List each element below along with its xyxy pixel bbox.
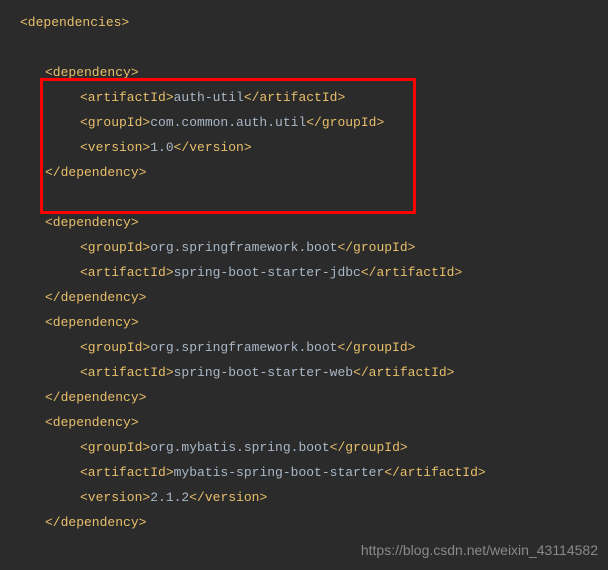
artifactid-value: spring-boot-starter-jdbc [174, 265, 361, 280]
tag-groupid-open: <groupId> [80, 440, 150, 455]
tag-dependency-close: </dependency> [45, 165, 146, 180]
groupid-value: org.springframework.boot [150, 240, 337, 255]
artifactid-value: spring-boot-starter-web [174, 365, 353, 380]
code-line: <dependency> [0, 210, 608, 235]
tag-artifactid-close: </artifactId> [384, 465, 485, 480]
tag-dependency-close: </dependency> [45, 515, 146, 530]
code-line: </dependency> [0, 385, 608, 410]
tag-groupid-close: </groupId> [337, 340, 415, 355]
tag-dependencies-open: <dependencies> [20, 15, 129, 30]
tag-groupid-close: </groupId> [337, 240, 415, 255]
tag-artifactid-close: </artifactId> [244, 90, 345, 105]
tag-dependency-close: </dependency> [45, 390, 146, 405]
tag-groupid-open: <groupId> [80, 340, 150, 355]
tag-artifactid-open: <artifactId> [80, 365, 174, 380]
tag-groupid-close: </groupId> [306, 115, 384, 130]
code-line: <groupId>org.springframework.boot</group… [0, 335, 608, 360]
tag-groupid-open: <groupId> [80, 115, 150, 130]
tag-version-open: <version> [80, 490, 150, 505]
tag-dependency-open: <dependency> [45, 65, 139, 80]
code-line: </dependency> [0, 285, 608, 310]
code-line: <artifactId>spring-boot-starter-jdbc</ar… [0, 260, 608, 285]
code-line: <artifactId>mybatis-spring-boot-starter<… [0, 460, 608, 485]
tag-artifactid-open: <artifactId> [80, 90, 174, 105]
tag-artifactid-close: </artifactId> [361, 265, 462, 280]
version-value: 1.0 [150, 140, 173, 155]
blank-line [0, 185, 608, 210]
version-value: 2.1.2 [150, 490, 189, 505]
code-block: <dependencies> <dependency> <artifactId>… [0, 0, 608, 535]
artifactid-value: mybatis-spring-boot-starter [174, 465, 385, 480]
tag-artifactid-close: </artifactId> [353, 365, 454, 380]
code-line: <groupId>org.springframework.boot</group… [0, 235, 608, 260]
tag-dependency-open: <dependency> [45, 315, 139, 330]
groupid-value: com.common.auth.util [150, 115, 306, 130]
tag-groupid-close: </groupId> [330, 440, 408, 455]
tag-artifactid-open: <artifactId> [80, 465, 174, 480]
artifactid-value: auth-util [174, 90, 244, 105]
tag-dependency-open: <dependency> [45, 215, 139, 230]
groupid-value: org.mybatis.spring.boot [150, 440, 329, 455]
groupid-value: org.springframework.boot [150, 340, 337, 355]
code-line: </dependency> [0, 160, 608, 185]
code-line: <version>1.0</version> [0, 135, 608, 160]
code-line: <dependency> [0, 410, 608, 435]
code-line: <dependency> [0, 60, 608, 85]
code-line: <version>2.1.2</version> [0, 485, 608, 510]
code-line: <artifactId>spring-boot-starter-web</art… [0, 360, 608, 385]
code-line: <groupId>org.mybatis.spring.boot</groupI… [0, 435, 608, 460]
code-line: <groupId>com.common.auth.util</groupId> [0, 110, 608, 135]
tag-dependency-close: </dependency> [45, 290, 146, 305]
tag-version-open: <version> [80, 140, 150, 155]
watermark: https://blog.csdn.net/weixin_43114582 [361, 542, 598, 558]
code-line: <artifactId>auth-util</artifactId> [0, 85, 608, 110]
tag-version-close: </version> [174, 140, 252, 155]
blank-line [0, 35, 608, 60]
code-line: <dependencies> [0, 10, 608, 35]
tag-version-close: </version> [189, 490, 267, 505]
tag-artifactid-open: <artifactId> [80, 265, 174, 280]
tag-groupid-open: <groupId> [80, 240, 150, 255]
code-line: <dependency> [0, 310, 608, 335]
tag-dependency-open: <dependency> [45, 415, 139, 430]
code-line: </dependency> [0, 510, 608, 535]
